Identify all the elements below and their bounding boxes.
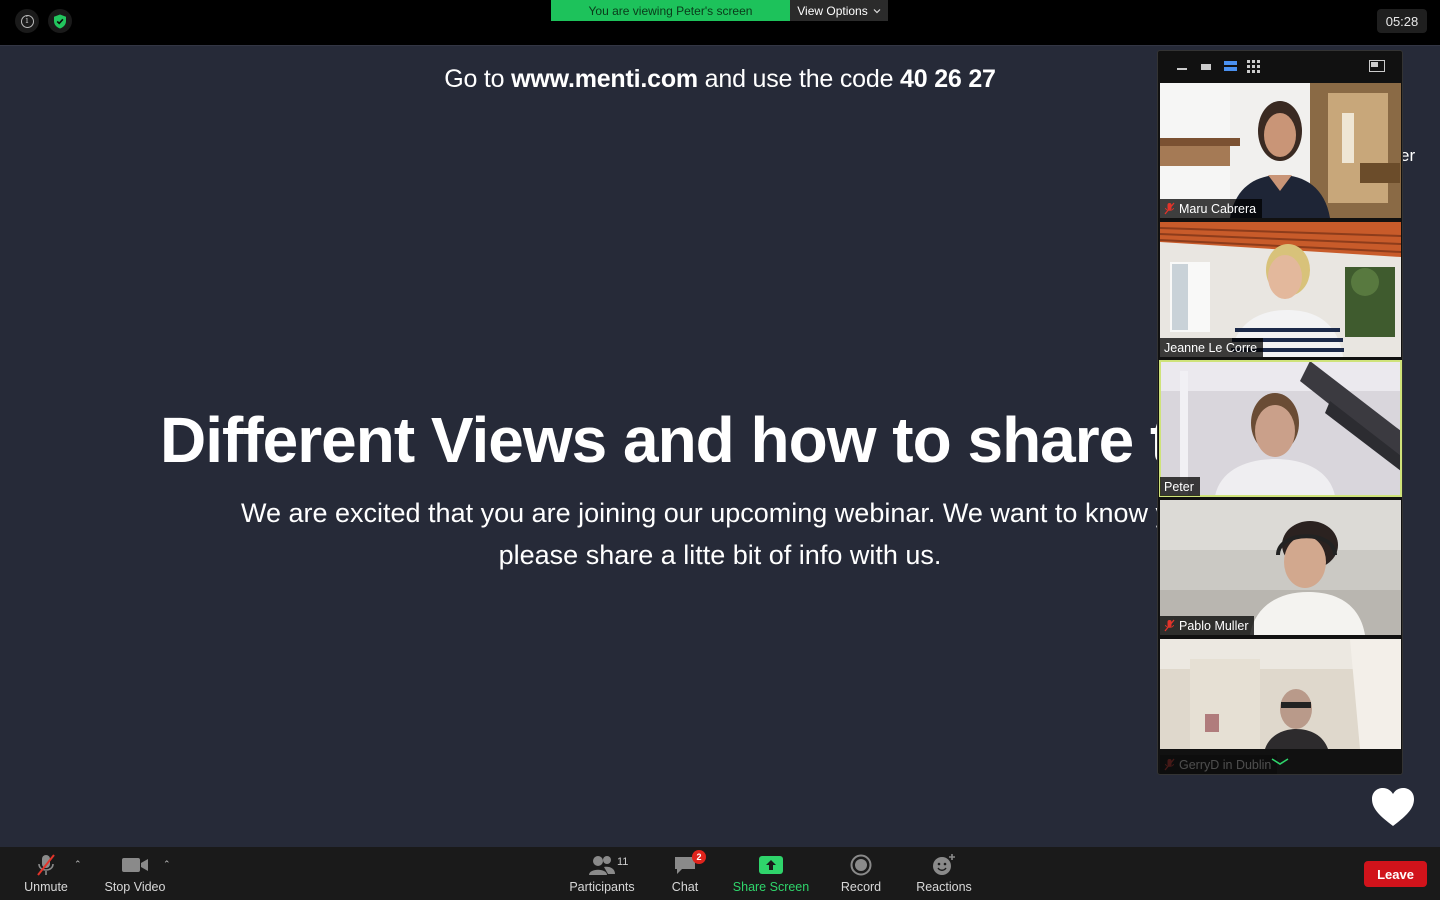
stop-video-label: Stop Video xyxy=(104,880,166,894)
participant-gallery: Maru Cabrera Jeanne Le Corre Peter Pablo… xyxy=(1157,50,1403,775)
record-icon xyxy=(850,854,872,876)
participant-name-label: GerryD in Dublin xyxy=(1160,755,1278,774)
exit-minimized-icon[interactable] xyxy=(1369,60,1385,72)
share-screen-button[interactable]: Share Screen xyxy=(731,847,811,900)
heart-reaction-icon[interactable] xyxy=(1370,786,1416,828)
video-options-caret-icon[interactable]: ⌃ xyxy=(163,859,171,870)
participant-name-label: Jeanne Le Corre xyxy=(1160,338,1264,357)
top-bar: i You are viewing Peter's screen View Op… xyxy=(0,0,1440,45)
chevron-down-icon xyxy=(873,8,881,13)
participant-video xyxy=(1160,83,1401,218)
muted-mic-icon xyxy=(37,854,55,876)
share-screen-icon xyxy=(759,856,783,874)
chat-label: Chat xyxy=(671,880,699,894)
view-options-label: View Options xyxy=(797,3,868,18)
reactions-button[interactable]: Reactions xyxy=(913,847,975,900)
meeting-toolbar: Unmute ⌃ Stop Video ⌃ 11 Participants 2 … xyxy=(0,847,1440,900)
menti-url: www.menti.com xyxy=(511,65,698,93)
viewing-screen-banner: You are viewing Peter's screen xyxy=(551,0,790,21)
participant-name-label: Maru Cabrera xyxy=(1160,199,1263,218)
minimize-icon[interactable] xyxy=(1176,60,1188,72)
reactions-label: Reactions xyxy=(916,880,972,894)
meeting-timer: 05:28 xyxy=(1377,9,1427,33)
participants-label: Participants xyxy=(569,880,635,894)
muted-mic-icon xyxy=(1164,758,1175,771)
video-camera-icon xyxy=(122,858,148,872)
participants-icon xyxy=(589,856,615,875)
reactions-smiley-icon xyxy=(933,854,955,875)
unmute-label: Unmute xyxy=(24,880,68,894)
scroll-down-chevron-icon[interactable] xyxy=(1271,758,1289,766)
grid-view-icon[interactable] xyxy=(1247,60,1260,73)
encryption-shield-icon[interactable] xyxy=(48,9,72,33)
record-label: Record xyxy=(840,880,882,894)
participants-count: 11 xyxy=(617,856,629,868)
side-by-side-view-icon[interactable] xyxy=(1224,60,1237,72)
participant-name-label: Peter xyxy=(1160,477,1200,496)
muted-mic-icon xyxy=(1164,202,1175,215)
slide-body: We are excited that you are joining our … xyxy=(240,498,1200,570)
hide-video-icon[interactable] xyxy=(1200,60,1212,72)
view-options-button[interactable]: View Options xyxy=(790,0,888,21)
participant-video xyxy=(1160,361,1401,496)
participant-name-label: Pablo Muller xyxy=(1160,616,1255,635)
participant-video xyxy=(1160,639,1401,774)
participant-video xyxy=(1160,500,1401,635)
muted-mic-icon xyxy=(1164,619,1175,632)
menti-code: 40 26 27 xyxy=(900,65,996,93)
video-tile[interactable]: Pablo Muller xyxy=(1160,500,1401,635)
video-tile[interactable]: Jeanne Le Corre xyxy=(1160,222,1401,357)
audio-options-caret-icon[interactable]: ⌃ xyxy=(74,859,82,870)
leave-button[interactable]: Leave xyxy=(1364,861,1427,887)
stop-video-button[interactable]: Stop Video xyxy=(101,847,169,900)
meeting-info-icon[interactable]: i xyxy=(15,9,39,33)
chat-button[interactable]: 2 Chat xyxy=(664,847,706,900)
unmute-button[interactable]: Unmute xyxy=(20,847,72,900)
participant-video xyxy=(1160,222,1401,357)
record-button[interactable]: Record xyxy=(836,847,886,900)
participants-button[interactable]: 11 Participants xyxy=(566,847,638,900)
slide-title: Different Views and how to share t xyxy=(160,404,1171,476)
chat-unread-badge: 2 xyxy=(692,850,706,864)
video-tile[interactable]: Maru Cabrera xyxy=(1160,83,1401,218)
share-screen-label: Share Screen xyxy=(732,880,810,894)
video-tile-active-speaker[interactable]: Peter xyxy=(1159,360,1402,497)
gallery-toolbar xyxy=(1158,51,1402,81)
video-tile[interactable]: GerryD in Dublin xyxy=(1160,639,1401,774)
